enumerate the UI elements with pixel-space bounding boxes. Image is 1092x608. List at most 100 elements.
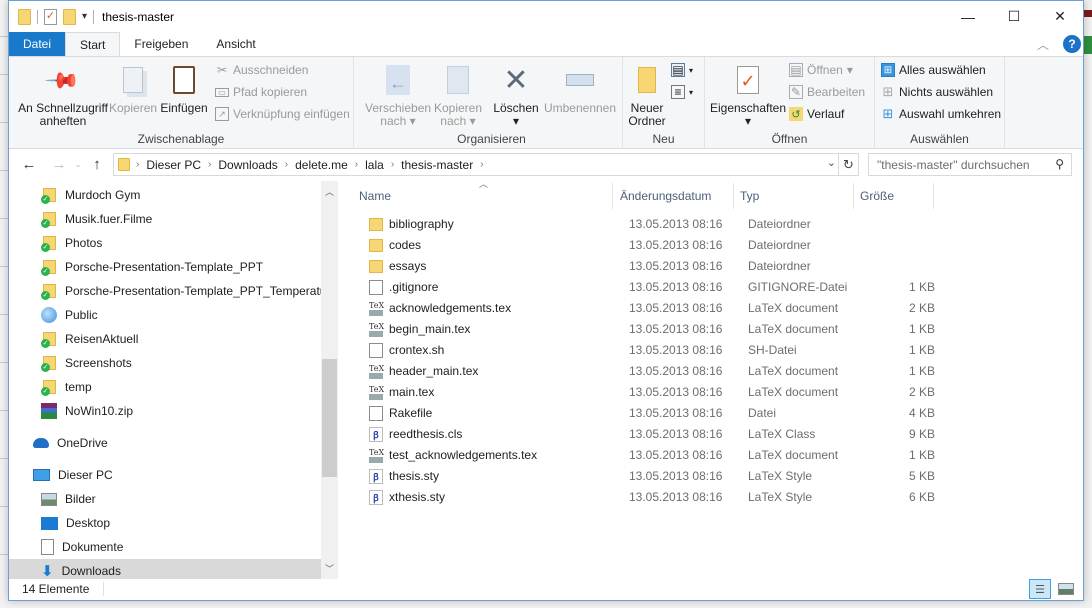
delete-button[interactable]: ✕ Löschen ▾ xyxy=(493,61,539,128)
properties-button[interactable]: ✓ Eigenschaften ▾ xyxy=(709,61,787,128)
column-header-name[interactable]: Name xyxy=(359,181,391,211)
bg-red-strip xyxy=(1083,10,1092,17)
nav-item-murdoch-gym[interactable]: ✓ Murdoch Gym xyxy=(41,183,140,207)
details-view-button[interactable]: ☰ xyxy=(1029,579,1051,599)
breadcrumb-lala[interactable]: lala xyxy=(365,158,384,172)
column-header-size[interactable]: Größe xyxy=(860,181,894,211)
cut-button[interactable]: ✂ Ausschneiden xyxy=(215,63,308,77)
breadcrumb-separator[interactable]: › xyxy=(136,159,139,170)
edit-button[interactable]: ✎ Bearbeiten xyxy=(789,85,865,99)
new-item-button[interactable]: ▤ ▾ xyxy=(671,63,693,77)
file-row[interactable]: TeX acknowledgements.tex 13.05.2013 08:16 L… xyxy=(359,298,939,319)
nav-item-desktop[interactable]: Desktop xyxy=(41,511,110,535)
nav-item-porsche-presentation-template-ppt-temperatur[interactable]: ✓ Porsche-Presentation-Template_PPT_Tempe… xyxy=(41,279,330,303)
recent-locations-dropdown[interactable]: ⌄ xyxy=(71,159,85,170)
pin-quick-access-button[interactable]: 📌 An Schnellzugriff anheften xyxy=(15,61,111,128)
search-input[interactable]: "thesis-master" durchsuchen ⚲ xyxy=(868,153,1072,176)
nav-item-bilder[interactable]: Bilder xyxy=(41,487,96,511)
breadcrumb-separator[interactable]: › xyxy=(391,159,394,170)
nav-item-temp[interactable]: ✓ temp xyxy=(41,375,92,399)
breadcrumb-separator[interactable]: › xyxy=(285,159,288,170)
address-bar[interactable]: › Dieser PC › Downloads › delete.me › la… xyxy=(113,153,859,176)
column-header-type[interactable]: Typ xyxy=(740,181,759,211)
large-icons-view-button[interactable] xyxy=(1055,579,1077,599)
breadcrumb-separator[interactable]: › xyxy=(355,159,358,170)
nav-item-screenshots[interactable]: ✓ Screenshots xyxy=(41,351,132,375)
breadcrumb-separator[interactable]: › xyxy=(480,159,483,170)
scrollbar-thumb[interactable] xyxy=(322,359,337,477)
copy-button[interactable]: Kopieren xyxy=(109,61,157,115)
forward-button[interactable]: → xyxy=(47,156,71,173)
file-row[interactable]: .gitignore 13.05.2013 08:16 GITIGNORE-Date… xyxy=(359,277,939,298)
breadcrumb-separator[interactable]: › xyxy=(208,159,211,170)
move-to-button[interactable]: ← Verschieben nach ▾ xyxy=(365,61,431,128)
file-row[interactable]: bibliography 13.05.2013 08:16 Dateiordner xyxy=(359,214,939,235)
file-row[interactable]: ꞵ thesis.sty 13.05.2013 08:16 LaTeX Style 5 … xyxy=(359,466,939,487)
breadcrumb-dieser-pc[interactable]: Dieser PC xyxy=(146,158,201,172)
file-row[interactable]: TeX main.tex 13.05.2013 08:16 LaTeX documen… xyxy=(359,382,939,403)
copy-to-button[interactable]: Kopieren nach ▾ xyxy=(433,61,483,128)
column-header-date[interactable]: Änderungsdatum xyxy=(620,181,711,211)
rename-label: Umbenennen xyxy=(543,101,617,115)
tab-freigeben[interactable]: Freigeben xyxy=(120,32,202,56)
nav-item-dokumente[interactable]: Dokumente xyxy=(41,535,123,559)
breadcrumb-delete-me[interactable]: delete.me xyxy=(295,158,348,172)
rename-button[interactable]: Umbenennen xyxy=(543,61,617,115)
scroll-down-icon[interactable]: ﹀ xyxy=(321,562,338,575)
back-button[interactable]: ← xyxy=(17,156,41,173)
nav-item-public[interactable]: Public xyxy=(41,303,98,327)
tex-file-icon: TeX xyxy=(369,364,384,379)
copy-path-button[interactable]: ▭ Pfad kopieren xyxy=(215,85,307,99)
file-row[interactable]: codes 13.05.2013 08:16 Dateiordner xyxy=(359,235,939,256)
synced-folder-icon: ✓ xyxy=(41,379,57,396)
nav-item-reisenaktuell[interactable]: ✓ ReisenAktuell xyxy=(41,327,138,351)
new-folder-button[interactable]: Neuer Ordner xyxy=(627,61,667,128)
nav-item-onedrive[interactable]: OneDrive xyxy=(33,431,108,455)
history-button[interactable]: ↺ Verlauf xyxy=(789,107,844,121)
nav-item-porsche-presentation-template-ppt[interactable]: ✓ Porsche-Presentation-Template_PPT xyxy=(41,255,263,279)
maximize-button[interactable]: ☐ xyxy=(991,1,1037,32)
column-divider[interactable] xyxy=(612,183,613,209)
easy-access-button[interactable]: ≡ ▾ xyxy=(671,85,693,99)
column-divider[interactable] xyxy=(933,183,934,209)
file-row[interactable]: crontex.sh 13.05.2013 08:16 SH-Datei 1 KB xyxy=(359,340,939,361)
paste-shortcut-button[interactable]: ↗ Verknüpfung einfügen xyxy=(215,107,350,121)
copy-to-icon xyxy=(447,66,469,94)
address-history-dropdown-icon[interactable]: ⌄ xyxy=(827,156,836,169)
invert-selection-button[interactable]: ⊞ Auswahl umkehren xyxy=(881,106,1002,121)
nav-pane-scrollbar[interactable]: ︿ ﹀ xyxy=(321,181,338,579)
nav-item-photos[interactable]: ✓ Photos xyxy=(41,231,102,255)
breadcrumb-downloads[interactable]: Downloads xyxy=(218,158,277,172)
scroll-up-icon[interactable]: ︿ xyxy=(321,185,338,198)
breadcrumb-thesis-master[interactable]: thesis-master xyxy=(401,158,473,172)
file-row[interactable]: TeX test_acknowledgements.tex 13.05.2013 0… xyxy=(359,445,939,466)
customize-toolbar-dropdown-icon[interactable]: ▾ xyxy=(82,11,87,22)
nav-item-nowin10-zip[interactable]: NoWin10.zip xyxy=(41,399,133,423)
tab-start[interactable]: Start xyxy=(65,32,121,56)
close-button[interactable]: ✕ xyxy=(1037,1,1083,32)
tab-ansicht[interactable]: Ansicht xyxy=(202,32,269,56)
nav-item-musik-fuer-filme[interactable]: ✓ Musik.fuer.Filme xyxy=(41,207,152,231)
file-row[interactable]: essays 13.05.2013 08:16 Dateiordner xyxy=(359,256,939,277)
tab-datei[interactable]: Datei xyxy=(9,32,66,56)
up-button[interactable]: ↑ xyxy=(85,156,109,173)
new-folder-icon[interactable] xyxy=(63,8,76,25)
help-icon[interactable]: ? xyxy=(1063,35,1081,53)
file-row[interactable]: Rakefile 13.05.2013 08:16 Datei 4 KB xyxy=(359,403,939,424)
collapse-ribbon-icon[interactable]: ︿ xyxy=(1037,36,1049,53)
refresh-button[interactable]: ↻ xyxy=(838,154,858,175)
file-row[interactable]: TeX header_main.tex 13.05.2013 08:16 LaTeX … xyxy=(359,361,939,382)
select-none-button[interactable]: ⊞ Nichts auswählen xyxy=(881,84,994,99)
nav-item-dieser-pc[interactable]: Dieser PC xyxy=(33,463,113,487)
minimize-button[interactable]: — xyxy=(945,1,991,32)
properties-icon[interactable]: ✓ xyxy=(44,8,57,25)
nav-item-downloads[interactable]: ⬇ Downloads xyxy=(9,559,321,579)
select-all-button[interactable]: ⊞ Alles auswählen xyxy=(881,63,986,77)
file-row[interactable]: ꞵ reedthesis.cls 13.05.2013 08:16 LaTeX Cla… xyxy=(359,424,939,445)
column-divider[interactable] xyxy=(733,183,734,209)
file-row[interactable]: TeX begin_main.tex 13.05.2013 08:16 LaTeX d… xyxy=(359,319,939,340)
column-divider[interactable] xyxy=(853,183,854,209)
open-button[interactable]: ▤ Öffnen ▾ xyxy=(789,63,853,77)
file-row[interactable]: ꞵ xthesis.sty 13.05.2013 08:16 LaTeX Style 6… xyxy=(359,487,939,508)
paste-button[interactable]: Einfügen xyxy=(159,61,209,115)
